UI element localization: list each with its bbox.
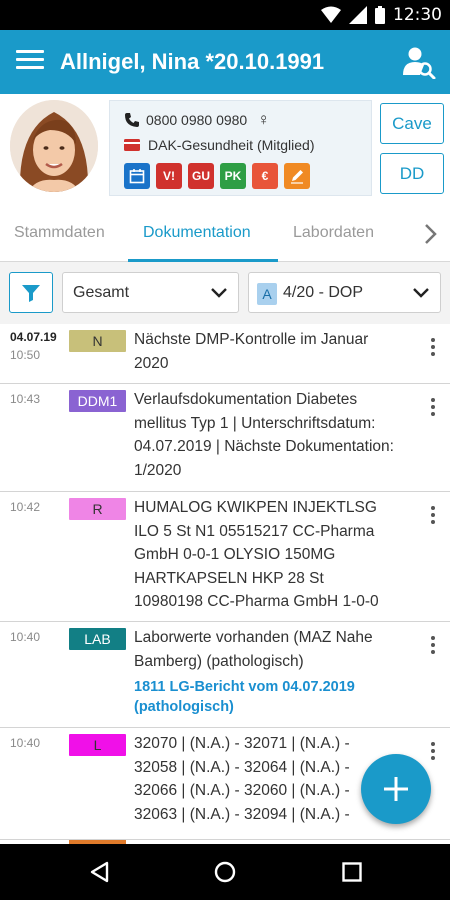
filter-button[interactable] [9, 272, 53, 313]
phone-number: 0800 0980 0980 [146, 112, 248, 128]
entry-text: Laborwerte vorhanden (MAZ Nahe Bamberg) … [134, 629, 373, 670]
signal-icon [349, 6, 367, 24]
home-icon[interactable] [213, 860, 237, 884]
badge-euro[interactable]: € [252, 163, 278, 189]
more-vert-icon[interactable] [430, 636, 436, 656]
phone-icon [125, 113, 139, 127]
patient-badges: V! GU PK € [124, 163, 310, 189]
quarter-badge: A [257, 283, 277, 305]
entry-type-badge: L [69, 734, 126, 756]
recents-icon[interactable] [340, 860, 364, 884]
status-bar: 12:30 [0, 0, 450, 30]
more-vert-icon[interactable] [430, 398, 436, 418]
list-item[interactable]: 10:43 DDM1 Verlaufsdokumentation Diabete… [0, 384, 450, 492]
filter-icon [22, 284, 40, 302]
entry-type-badge: DDM1 [69, 390, 126, 412]
phone-row[interactable]: 0800 0980 0980 ♀ [124, 110, 270, 130]
more-vert-icon[interactable] [430, 506, 436, 526]
entry-text: Verlaufsdokumentation Diabetes mellitus … [134, 391, 394, 479]
list-item[interactable]: 10:42 R HUMALOG KWIKPEN INJEKTLSG ILO 5 … [0, 492, 450, 622]
wifi-icon [321, 6, 341, 23]
lab-report-link[interactable]: 1811 LG-Bericht vom 04.07.2019 (patholog… [134, 677, 396, 717]
patient-info-box: 0800 0980 0980 ♀ DAK-Gesundheit (Mitglie… [109, 100, 372, 196]
insurance-card-icon [124, 139, 140, 151]
tab-bar: Stammdaten Dokumentation Labordaten [0, 206, 450, 262]
entry-time: 10:43 [10, 392, 41, 406]
quarter-select[interactable]: A 4/20 - DOP [248, 272, 441, 313]
tab-labordaten[interactable]: Labordaten [293, 224, 374, 242]
entry-type-badge: N [69, 330, 126, 352]
chevron-down-icon [211, 288, 227, 298]
entry-time: 10:40 [10, 630, 41, 644]
entry-text: HUMALOG KWIKPEN INJEKTLSG ILO 5 St N1 05… [134, 499, 379, 610]
entry-date: 04.07.19 [10, 330, 57, 344]
more-vert-icon[interactable] [430, 742, 436, 762]
tab-dokumentation[interactable]: Dokumentation [143, 224, 251, 242]
dd-button[interactable]: DD [380, 153, 444, 194]
entry-text: 32070 | (N.A.) - 32071 | (N.A.) - 32058 … [134, 735, 350, 823]
app-bar: Allnigel, Nina *20.10.1991 [0, 30, 450, 94]
female-icon: ♀ [257, 110, 270, 129]
quarter-value: 4/20 - DOP [283, 284, 364, 301]
patient-header: 0800 0980 0980 ♀ DAK-Gesundheit (Mitglie… [0, 94, 450, 204]
page-title: Allnigel, Nina *20.10.1991 [60, 49, 325, 74]
add-entry-button[interactable] [361, 754, 431, 824]
list-item[interactable]: 10:40 LAB Laborwerte vorhanden (MAZ Nahe… [0, 622, 450, 728]
entry-time: 10:50 [10, 348, 41, 362]
clock: 12:30 [393, 5, 442, 25]
user-search-icon[interactable] [402, 45, 436, 79]
insurance-row: DAK-Gesundheit (Mitglied) [124, 137, 315, 153]
cave-button[interactable]: Cave [380, 103, 444, 144]
plus-icon [384, 777, 408, 801]
badge-vorsicht[interactable]: V! [156, 163, 182, 189]
insurance-name: DAK-Gesundheit (Mitglied) [148, 137, 315, 153]
entry-type-value: Gesamt [73, 284, 130, 301]
entry-time: 10:40 [10, 736, 41, 750]
entry-text: Nächste DMP-Kontrolle im Januar 2020 [134, 331, 369, 372]
menu-icon[interactable] [16, 50, 44, 72]
badge-pk[interactable]: PK [220, 163, 246, 189]
more-vert-icon[interactable] [430, 338, 436, 358]
entry-type-badge: R [69, 498, 126, 520]
calendar-icon[interactable] [124, 163, 150, 189]
back-icon[interactable] [88, 860, 112, 884]
system-nav-bar [0, 844, 450, 900]
pen-icon[interactable] [284, 163, 310, 189]
battery-icon [375, 6, 385, 24]
filter-bar: Gesamt A 4/20 - DOP [0, 262, 450, 324]
chevron-right-icon[interactable] [420, 222, 440, 246]
list-item[interactable]: 04.07.19 10:50 N Nächste DMP-Kontrolle i… [0, 324, 450, 384]
chevron-down-icon [413, 288, 429, 298]
tab-stammdaten[interactable]: Stammdaten [14, 224, 105, 242]
entry-time: 10:42 [10, 500, 41, 514]
entry-type-badge: LAB [69, 628, 126, 650]
patient-avatar[interactable] [10, 100, 98, 192]
badge-gu[interactable]: GU [188, 163, 214, 189]
entry-type-select[interactable]: Gesamt [62, 272, 239, 313]
